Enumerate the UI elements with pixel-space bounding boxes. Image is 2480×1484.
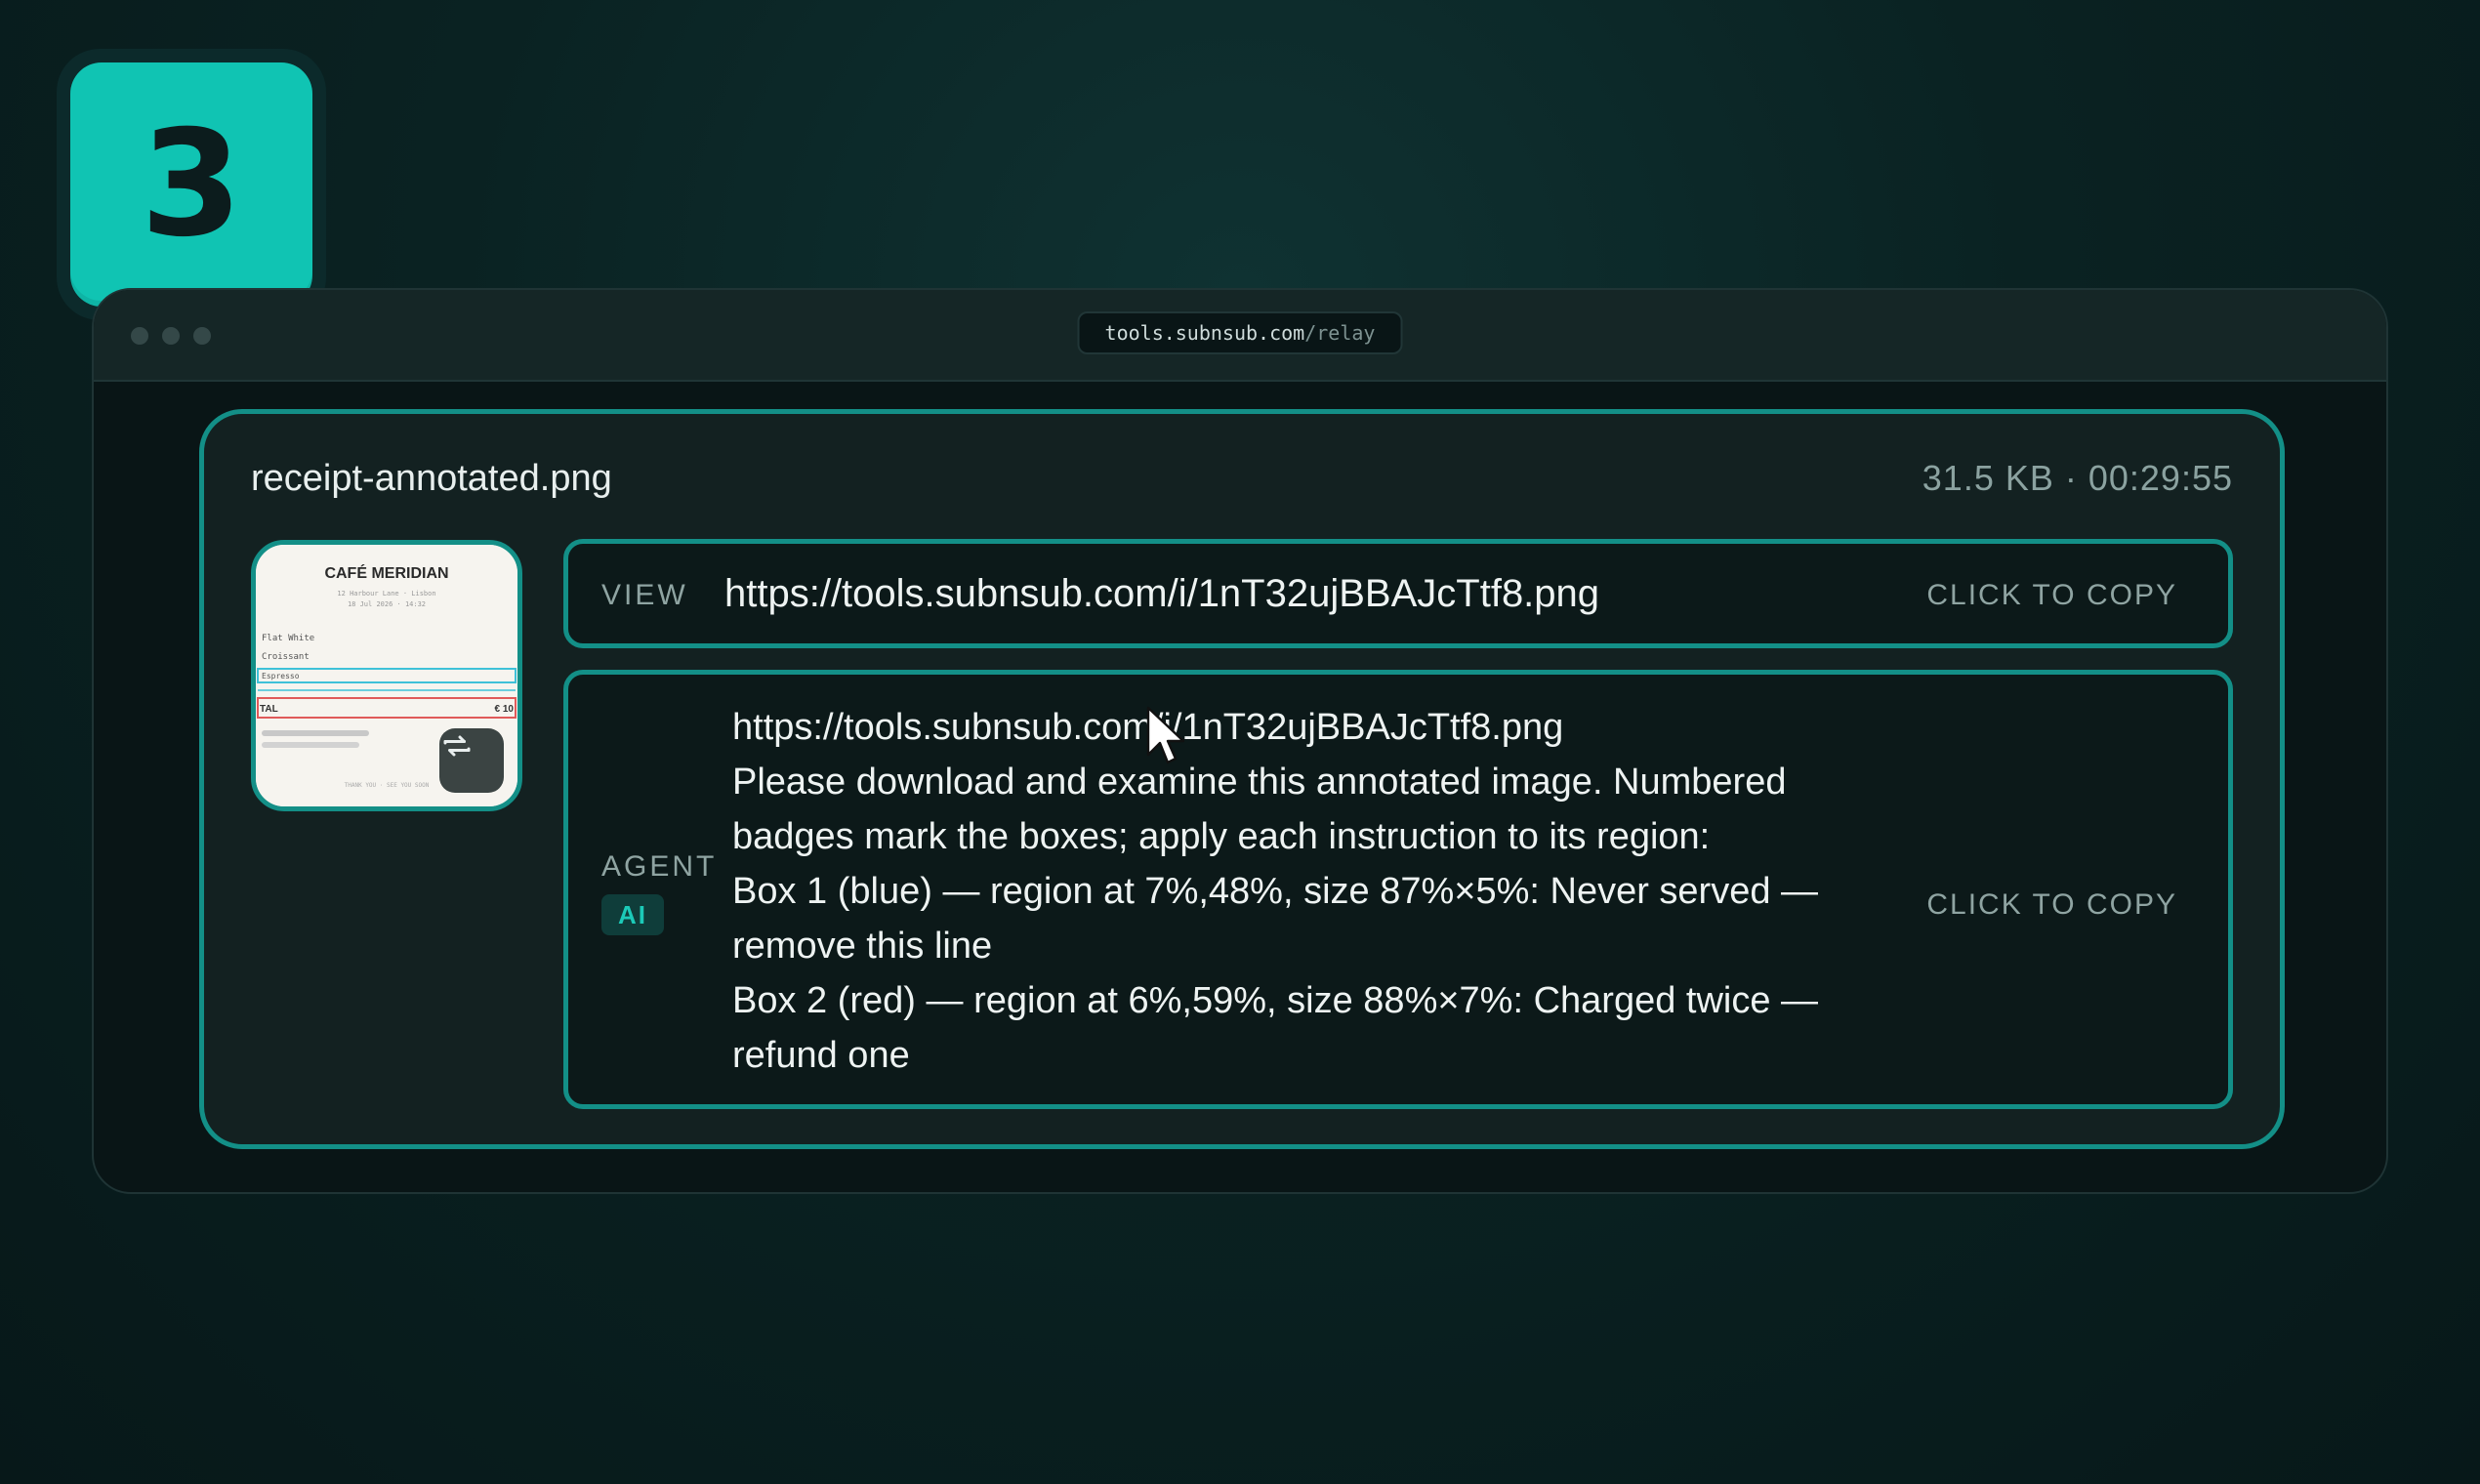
receipt-item-2: Croissant — [262, 652, 310, 662]
rotate-button[interactable] — [439, 728, 504, 793]
step-badge-inner: 3 — [70, 62, 312, 307]
agent-label: AGENT — [601, 850, 718, 883]
agent-prompt-text[interactable]: https://tools.subnsub.com/i/1nT32ujBBAJc… — [732, 700, 1855, 1083]
view-url[interactable]: https://tools.subnsub.com/i/1nT32ujBBAJc… — [724, 572, 1599, 616]
view-label: VIEW — [601, 579, 688, 611]
rotate-icon — [443, 735, 471, 757]
agent-copy-button[interactable]: CLICK TO COPY — [1926, 888, 2177, 922]
receipt-total-value: € 10 — [495, 704, 515, 715]
address-host: tools.subnsub.com — [1104, 321, 1305, 345]
mouse-cursor-icon — [1146, 706, 1185, 764]
agent-line-url: https://tools.subnsub.com/i/1nT32ujBBAJc… — [732, 700, 1855, 755]
receipt-item-1: Flat White — [262, 634, 314, 643]
agent-line-intro: Please download and examine this annotat… — [732, 762, 1787, 857]
view-copy-button[interactable]: CLICK TO COPY — [1926, 579, 2177, 612]
close-dot[interactable] — [131, 327, 148, 345]
address-bar[interactable]: tools.subnsub.com/relay — [1077, 311, 1403, 354]
receipt-footer: THANK YOU · SEE YOU SOON — [345, 782, 430, 789]
agent-line-box1: Box 1 (blue) — region at 7%,48%, size 87… — [732, 871, 1819, 967]
file-name: receipt-annotated.png — [251, 458, 612, 499]
receipt-item-3: Espresso — [262, 672, 300, 680]
view-link-row[interactable]: VIEW https://tools.subnsub.com/i/1nT32uj… — [563, 539, 2233, 648]
agent-line-box2: Box 2 (red) — region at 6%,59%, size 88%… — [732, 980, 1819, 1076]
step-number: 3 — [140, 100, 243, 269]
browser-window: tools.subnsub.com/relay receipt-annotate… — [92, 288, 2388, 1194]
receipt-address: 12 Harbour Lane · Lisbon — [337, 590, 435, 598]
image-thumbnail[interactable]: CAFÉ MERIDIAN 12 Harbour Lane · Lisbon 1… — [251, 540, 522, 811]
ai-badge: AI — [601, 894, 664, 935]
file-meta: 31.5 KB · 00:29:55 — [1922, 458, 2233, 498]
agent-prompt-row[interactable]: AGENT AI https://tools.subnsub.com/i/1nT… — [563, 670, 2233, 1109]
window-titlebar: tools.subnsub.com/relay — [94, 290, 2386, 382]
address-path: /relay — [1304, 321, 1376, 345]
minimize-dot[interactable] — [162, 327, 180, 345]
file-card: receipt-annotated.png 31.5 KB · 00:29:55… — [199, 409, 2285, 1149]
window-controls — [131, 327, 211, 345]
receipt-date: 18 Jul 2026 · 14:32 — [348, 600, 426, 608]
receipt-title: CAFÉ MERIDIAN — [324, 563, 448, 582]
maximize-dot[interactable] — [193, 327, 211, 345]
receipt-total-label: TAL — [260, 704, 278, 715]
step-badge: 3 — [57, 49, 326, 320]
